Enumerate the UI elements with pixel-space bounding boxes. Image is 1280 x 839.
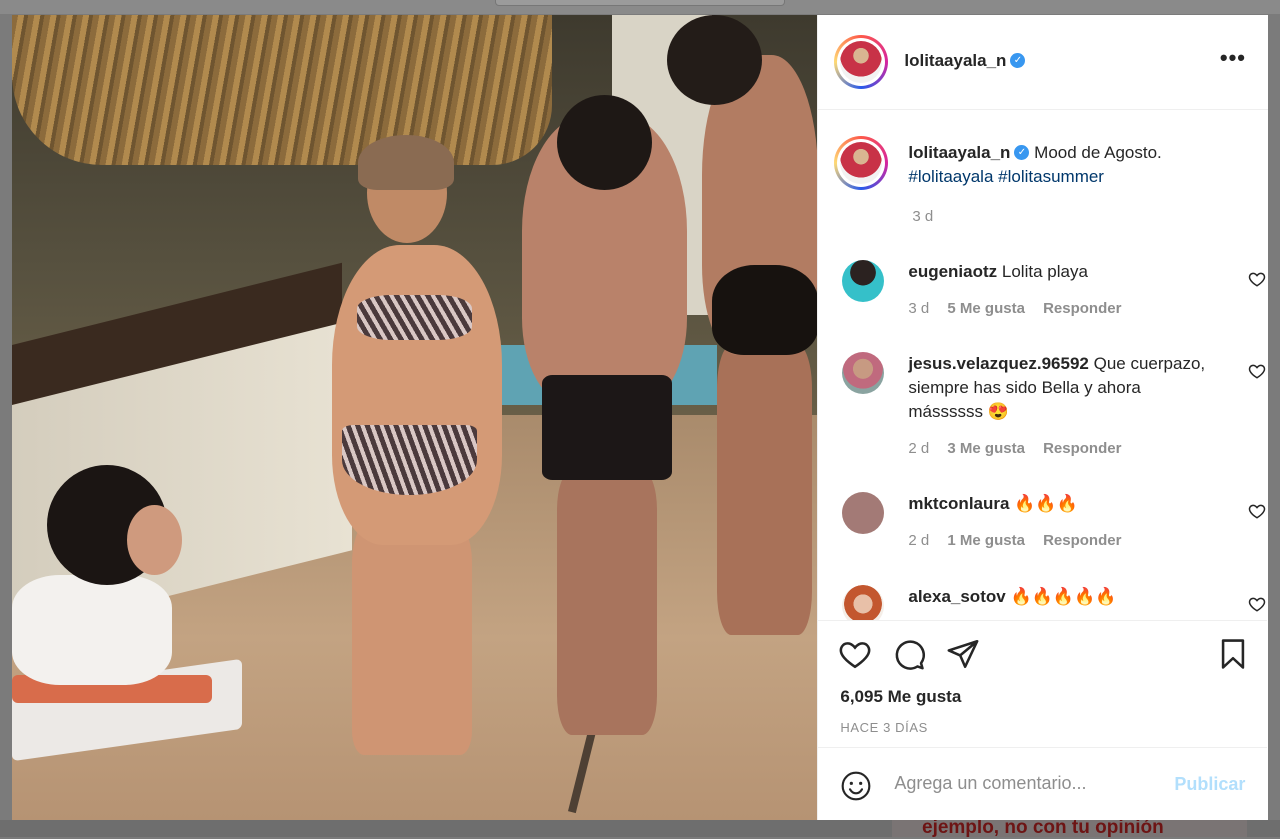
caption-time[interactable]: 3 d: [912, 208, 933, 225]
comment-body: Lolita playa: [1001, 262, 1088, 281]
hashtag-link[interactable]: #lolitaayala: [908, 167, 993, 186]
caption-avatar[interactable]: [834, 136, 889, 190]
photo-woman-legs: [352, 515, 472, 755]
comment-username[interactable]: jesus.velazquez.96592: [908, 354, 1089, 373]
photo-man-back-head: [557, 95, 652, 190]
post-header: lolitaayala_n ✓ •••: [818, 15, 1268, 110]
hashtag-link[interactable]: #lolitasummer: [998, 167, 1104, 186]
post-timestamp[interactable]: HACE 3 DÍAS: [840, 720, 928, 735]
comment-likes[interactable]: 1 Me gusta: [947, 532, 1025, 549]
comment-time[interactable]: 2 d: [908, 440, 929, 457]
verified-badge-icon: ✓: [1010, 53, 1026, 69]
background-footer: ejemplo, no con tu opinión: [0, 817, 1280, 838]
comment-avatar[interactable]: [842, 352, 885, 394]
photo-man-standing-shorts: [712, 265, 818, 355]
photo-thatched-roof: [12, 15, 552, 165]
photo-bikini-top: [357, 295, 472, 340]
comment-avatar[interactable]: [842, 260, 885, 302]
author-username[interactable]: lolitaayala_n: [904, 51, 1006, 70]
comment-username[interactable]: alexa_sotov: [908, 587, 1005, 606]
comment-meta: 2 d 3 Me gusta Responder: [908, 440, 1135, 457]
comment-text: jesus.velazquez.96592 Que cuerpazo, siem…: [908, 352, 1218, 424]
photo-man-standing-head: [667, 15, 762, 105]
photo-woman-hair: [358, 135, 454, 190]
comment-text: mktconlaura 🔥🔥🔥: [908, 492, 1218, 516]
bookmark-icon[interactable]: [1216, 637, 1250, 671]
post-photo[interactable]: [12, 15, 818, 820]
send-icon[interactable]: [946, 637, 980, 671]
heart-icon[interactable]: [838, 637, 872, 671]
photo-man-back-shorts: [542, 375, 672, 480]
reply-button[interactable]: Responder: [1043, 300, 1121, 317]
photo-bikini-bottom: [342, 425, 477, 495]
comment-body: 🔥🔥🔥🔥🔥: [1010, 587, 1117, 606]
reply-button[interactable]: Responder: [1043, 440, 1121, 457]
photo-seated-woman-face: [127, 505, 182, 575]
comment-likes[interactable]: 5 Me gusta: [947, 300, 1025, 317]
emoji-icon[interactable]: [840, 770, 872, 802]
comment-body: 🔥🔥🔥: [1014, 494, 1078, 513]
action-bar: 6,095 Me gusta HACE 3 DÍAS: [818, 620, 1268, 749]
author-name-row: lolitaayala_n ✓: [904, 51, 1026, 71]
verified-badge-icon: ✓: [1014, 145, 1030, 161]
comments-list[interactable]: lolitaayala_n ✓ Mood de Agosto. #lolitaay…: [818, 110, 1267, 620]
comment-composer: Publicar: [818, 747, 1268, 821]
comment-text: alexa_sotov 🔥🔥🔥🔥🔥: [908, 585, 1218, 609]
caption-text: lolitaayala_n ✓ Mood de Agosto. #lolitaay…: [908, 141, 1248, 189]
background-header: [0, 0, 1280, 14]
comment-time[interactable]: 3 d: [908, 300, 929, 317]
photo-man-back-legs: [557, 470, 657, 735]
comment-username[interactable]: eugeniaotz: [908, 262, 997, 281]
caption-body: Mood de Agosto.: [1034, 143, 1162, 162]
comment-heart-icon[interactable]: [1248, 595, 1266, 613]
comment-meta: 2 d 1 Me gusta Responder: [908, 532, 1135, 549]
comment-heart-icon[interactable]: [1248, 362, 1266, 380]
post-sidebar: lolitaayala_n ✓ ••• lolitaayala_n ✓ Mood d…: [817, 15, 1268, 820]
author-avatar[interactable]: [834, 35, 889, 89]
caption-username[interactable]: lolitaayala_n: [908, 143, 1010, 162]
reply-button[interactable]: Responder: [1043, 532, 1121, 549]
comment-meta: 3 d 5 Me gusta Responder: [908, 300, 1135, 317]
comment-avatar[interactable]: [842, 585, 885, 620]
photo-man-standing-legs: [717, 345, 812, 635]
post-modal: lolitaayala_n ✓ ••• lolitaayala_n ✓ Mood d…: [12, 15, 1268, 820]
comment-heart-icon[interactable]: [1248, 502, 1266, 520]
comment-time[interactable]: 2 d: [908, 532, 929, 549]
comment-avatar[interactable]: [842, 492, 885, 534]
background-search-bar: [495, 0, 785, 6]
comment-text: eugeniaotz Lolita playa: [908, 260, 1218, 284]
more-options-icon[interactable]: •••: [1220, 45, 1246, 71]
photo-woman: [332, 245, 502, 545]
photo-seated-woman: [12, 575, 172, 685]
comment-input[interactable]: [892, 772, 1167, 795]
comment-likes[interactable]: 3 Me gusta: [947, 440, 1025, 457]
comment-icon[interactable]: [892, 637, 926, 671]
likes-count[interactable]: 6,095 Me gusta: [840, 687, 961, 707]
comment-heart-icon[interactable]: [1248, 270, 1266, 288]
publish-button[interactable]: Publicar: [1174, 774, 1245, 795]
comment-username[interactable]: mktconlaura: [908, 494, 1009, 513]
